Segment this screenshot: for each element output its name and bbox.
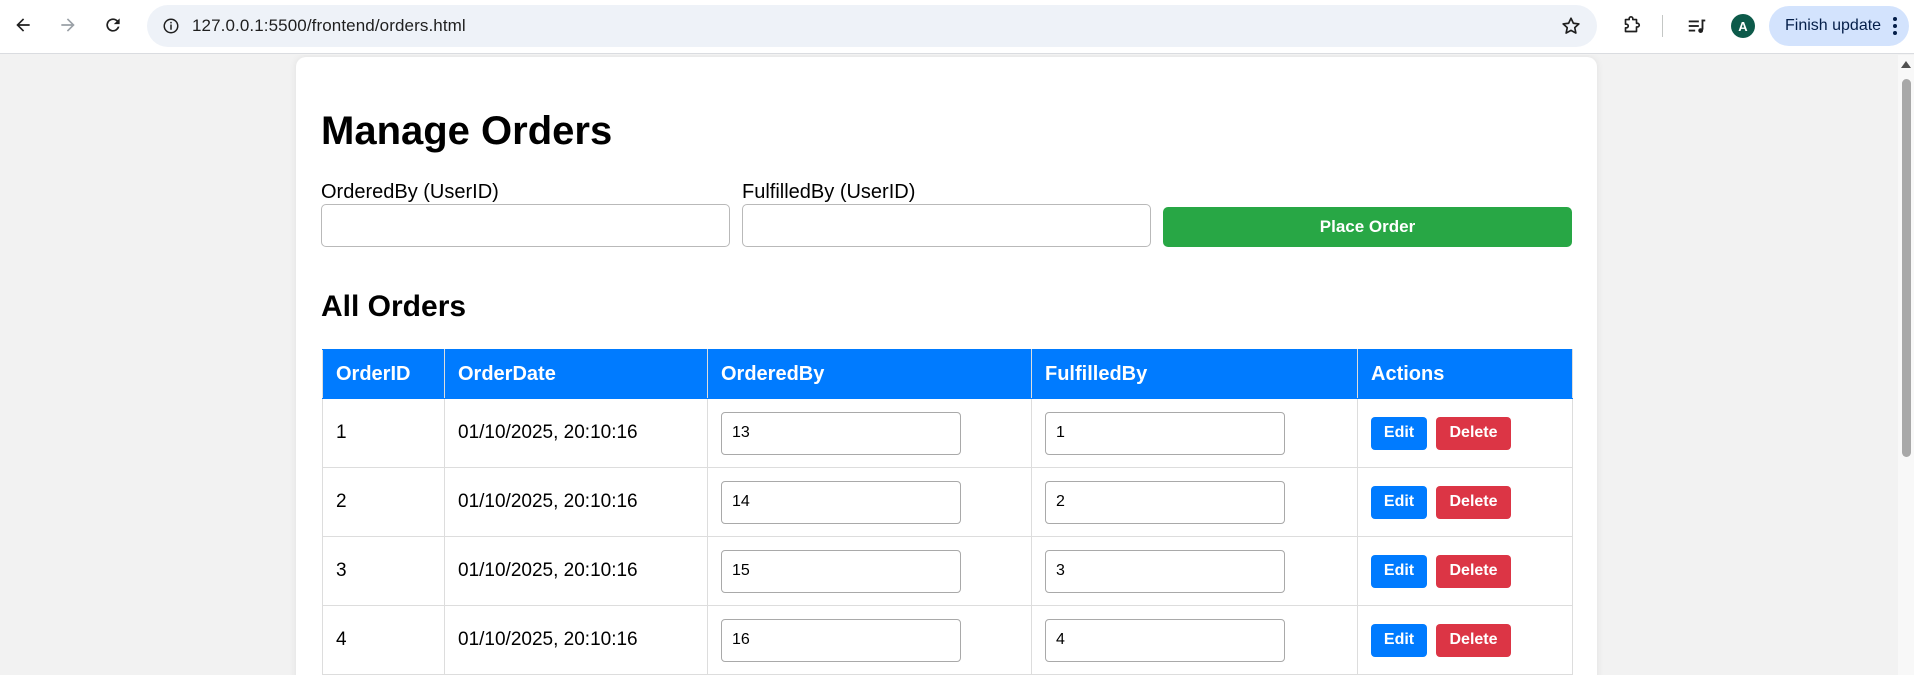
- table-row: 1 01/10/2025, 20:10:16 Edit Delete: [322, 398, 1573, 468]
- address-bar[interactable]: 127.0.0.1:5500/frontend/orders.html: [147, 5, 1597, 47]
- back-arrow-icon: [16, 18, 30, 32]
- column-header-orderdate: OrderDate: [444, 349, 708, 399]
- orders-table: OrderID OrderDate OrderedBy FulfilledBy …: [322, 349, 1573, 675]
- table-row: 2 01/10/2025, 20:10:16 Edit Delete: [322, 467, 1573, 537]
- fulfilled-by-row-input[interactable]: [1045, 480, 1285, 524]
- column-header-actions: Actions: [1357, 349, 1573, 399]
- actions-cell: Edit Delete: [1357, 536, 1573, 606]
- order-id-cell: 4: [322, 605, 445, 675]
- order-id-cell: 1: [322, 398, 445, 468]
- back-button[interactable]: [8, 10, 38, 40]
- fulfilled-by-row-input[interactable]: [1045, 411, 1285, 455]
- order-date-cell: 01/10/2025, 20:10:16: [444, 536, 708, 606]
- edit-button[interactable]: Edit: [1371, 485, 1427, 519]
- delete-button[interactable]: Delete: [1436, 416, 1511, 450]
- fulfilled-by-row-input[interactable]: [1045, 549, 1285, 593]
- ordered-by-row-input[interactable]: [721, 480, 961, 524]
- ordered-by-cell: [707, 398, 1032, 468]
- page-title: Manage Orders: [321, 109, 613, 153]
- fulfilled-by-cell: [1031, 398, 1358, 468]
- reload-button[interactable]: [98, 10, 128, 40]
- fulfilled-by-row-input[interactable]: [1045, 618, 1285, 662]
- scroll-up-arrow-icon[interactable]: [1901, 61, 1911, 68]
- forward-arrow-icon: [61, 18, 75, 32]
- order-date-cell: 01/10/2025, 20:10:16: [444, 398, 708, 468]
- url-text[interactable]: 127.0.0.1:5500/frontend/orders.html: [192, 16, 466, 36]
- bookmark-button[interactable]: [1559, 14, 1583, 38]
- reload-icon: [106, 18, 120, 32]
- ordered-by-row-input[interactable]: [721, 549, 961, 593]
- edit-button[interactable]: Edit: [1371, 554, 1427, 588]
- bookmark-star-icon: [1562, 17, 1580, 34]
- order-id-cell: 3: [322, 536, 445, 606]
- ordered-by-cell: [707, 467, 1032, 537]
- delete-button[interactable]: Delete: [1436, 623, 1511, 657]
- finish-update-label: Finish update: [1785, 17, 1882, 34]
- media-control-icon: [1688, 19, 1706, 33]
- ordered-by-input[interactable]: [321, 204, 730, 247]
- extensions-icon: [1624, 16, 1641, 33]
- site-info-icon: [163, 18, 179, 34]
- media-control-button[interactable]: [1682, 11, 1712, 41]
- column-header-fulfilledby: FulfilledBy: [1031, 349, 1358, 399]
- toolbar-divider: [1662, 15, 1663, 37]
- site-info-button[interactable]: [157, 12, 185, 40]
- table-header-row: OrderID OrderDate OrderedBy FulfilledBy …: [322, 349, 1573, 399]
- fulfilled-by-input[interactable]: [742, 204, 1151, 247]
- table-row: 3 01/10/2025, 20:10:16 Edit Delete: [322, 536, 1573, 606]
- all-orders-heading: All Orders: [321, 290, 467, 323]
- actions-cell: Edit Delete: [1357, 398, 1573, 468]
- finish-update-button[interactable]: Finish update: [1769, 6, 1909, 46]
- column-header-orderedby: OrderedBy: [707, 349, 1032, 399]
- order-id-cell: 2: [322, 467, 445, 537]
- fulfilled-by-label: FulfilledBy (UserID): [742, 181, 916, 203]
- scrollbar-thumb[interactable]: [1902, 79, 1911, 457]
- edit-button[interactable]: Edit: [1371, 623, 1427, 657]
- fulfilled-by-cell: [1031, 605, 1358, 675]
- orders-card: Manage Orders OrderedBy (UserID) Fulfill…: [296, 57, 1597, 675]
- fulfilled-by-cell: [1031, 467, 1358, 537]
- profile-avatar[interactable]: A: [1731, 14, 1755, 38]
- fulfilled-by-cell: [1031, 536, 1358, 606]
- ordered-by-row-input[interactable]: [721, 618, 961, 662]
- order-date-cell: 01/10/2025, 20:10:16: [444, 467, 708, 537]
- page-scrollbar[interactable]: [1898, 55, 1914, 675]
- table-row: 4 01/10/2025, 20:10:16 Edit Delete: [322, 605, 1573, 675]
- browser-toolbar: 127.0.0.1:5500/frontend/orders.html A Fi…: [0, 0, 1914, 54]
- ordered-by-label: OrderedBy (UserID): [321, 181, 499, 203]
- kebab-menu-icon: [1891, 17, 1899, 35]
- forward-button[interactable]: [53, 10, 83, 40]
- column-header-orderid: OrderID: [322, 349, 445, 399]
- ordered-by-cell: [707, 605, 1032, 675]
- actions-cell: Edit Delete: [1357, 467, 1573, 537]
- order-date-cell: 01/10/2025, 20:10:16: [444, 605, 708, 675]
- delete-button[interactable]: Delete: [1436, 485, 1511, 519]
- ordered-by-cell: [707, 536, 1032, 606]
- ordered-by-row-input[interactable]: [721, 411, 961, 455]
- edit-button[interactable]: Edit: [1371, 416, 1427, 450]
- page-viewport: Manage Orders OrderedBy (UserID) Fulfill…: [0, 55, 1898, 675]
- extensions-button[interactable]: [1616, 11, 1646, 41]
- delete-button[interactable]: Delete: [1436, 554, 1511, 588]
- actions-cell: Edit Delete: [1357, 605, 1573, 675]
- place-order-button[interactable]: Place Order: [1163, 207, 1572, 247]
